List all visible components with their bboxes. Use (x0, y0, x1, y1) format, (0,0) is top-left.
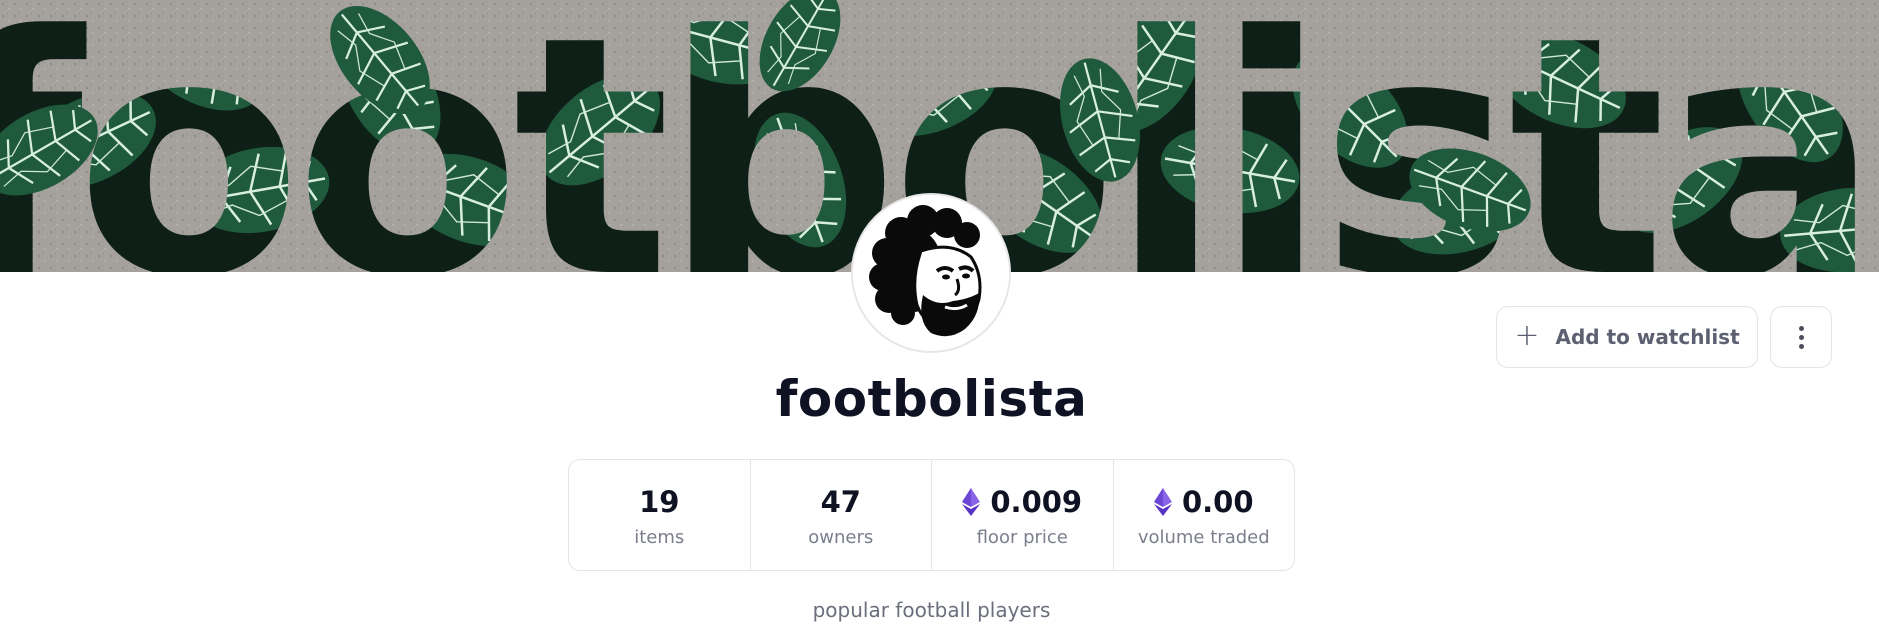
stat-owners-value-row: 47 (821, 483, 861, 521)
collection-stats: 19 items 47 owners 0.009 floor price 0.0… (568, 459, 1295, 571)
add-to-watchlist-button[interactable]: + Add to watchlist (1496, 306, 1758, 368)
stat-floor-price-value: 0.009 (990, 484, 1083, 519)
stat-volume-traded-label: volume traded (1137, 526, 1270, 548)
stat-items-value: 19 (639, 484, 680, 519)
stat-owners-label: owners (808, 526, 874, 548)
collection-title: footbolista (775, 370, 1088, 428)
stat-floor-price-label: floor price (976, 526, 1068, 548)
stat-items-label: items (634, 526, 685, 548)
add-to-watchlist-label: Add to watchlist (1555, 325, 1740, 349)
collection-description: popular football players (812, 598, 1051, 622)
stat-items: 19 items (569, 460, 751, 570)
stat-items-value-row: 19 (639, 483, 679, 521)
stat-floor-price: 0.009 floor price (932, 460, 1114, 570)
stat-volume-traded-value-row: 0.00 (1153, 483, 1254, 521)
kebab-menu-icon (1798, 325, 1804, 331)
plus-icon: + (1514, 317, 1540, 353)
stat-owners-value: 47 (820, 484, 861, 519)
stat-owners: 47 owners (751, 460, 932, 570)
bearded-player-avatar-image (853, 195, 1009, 351)
kebab-menu-dot (1798, 343, 1804, 349)
ethereum-icon (1153, 487, 1172, 516)
collection-page: footbolista (0, 0, 1879, 637)
ethereum-icon (962, 487, 981, 516)
stat-floor-price-value-row: 0.009 (962, 483, 1082, 521)
kebab-menu-dot (1798, 334, 1804, 340)
stat-volume-traded: 0.00 volume traded (1114, 460, 1295, 570)
stat-volume-traded-value: 0.00 (1181, 484, 1254, 519)
collection-avatar (851, 193, 1011, 353)
more-options-button[interactable] (1770, 306, 1832, 368)
